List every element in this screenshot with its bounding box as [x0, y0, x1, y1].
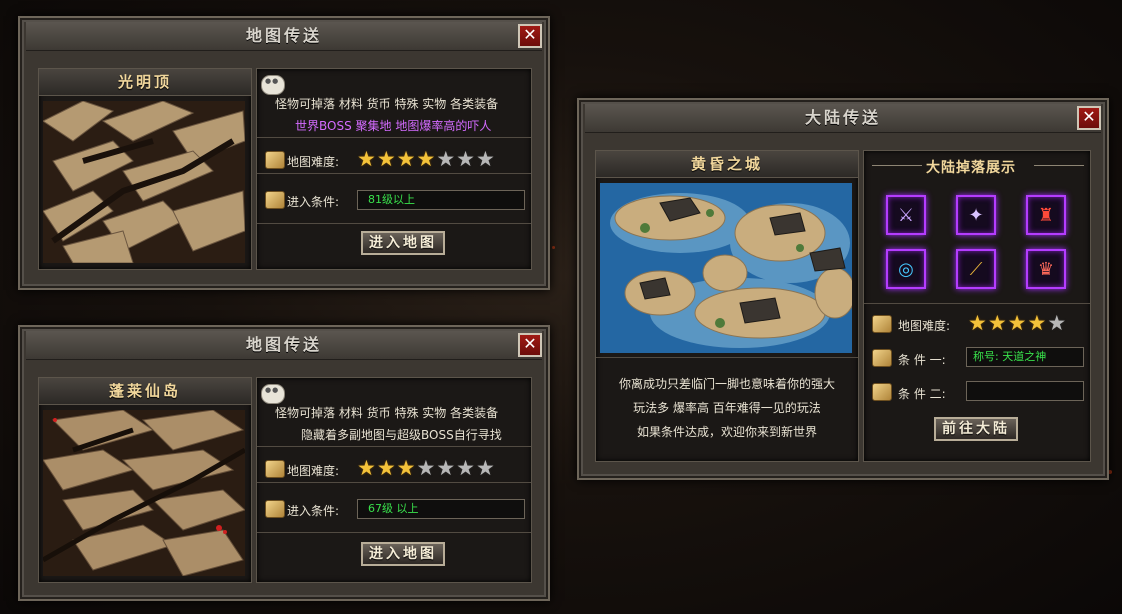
scroll-icon: [265, 191, 285, 209]
condition-one-field: 称号: 天道之神: [966, 347, 1084, 367]
star-filled-icon: ★: [357, 147, 377, 171]
scroll-icon: [265, 460, 285, 478]
panel-title: 地图传送: [26, 22, 542, 51]
map-name: 光明顶: [39, 69, 251, 96]
star-filled-icon: ★: [396, 147, 417, 171]
star-empty-icon: ★: [475, 456, 496, 480]
divider: [864, 303, 1090, 304]
drops-title: 大陆掉落展示: [926, 160, 1016, 176]
continent-teleport-panel: 大陆传送 ✕ 黄昏之城 你离成功只差临门一脚也意味着你的强大 玩法多 爆率高 百…: [577, 98, 1109, 480]
map-preview-frame: 蓬莱仙岛: [38, 377, 252, 583]
star-filled-icon: ★: [376, 456, 397, 480]
description-line-3: 如果条件达成，欢迎你来到新世界: [636, 425, 817, 439]
condition-two-field: [966, 381, 1084, 401]
condition-label: 进入条件:: [287, 195, 340, 209]
map-name: 蓬莱仙岛: [39, 378, 251, 405]
scroll-icon: [872, 383, 892, 401]
condition-two-label: 条 件 二:: [898, 387, 946, 401]
description-line-1: 你离成功只差临门一脚也意味着你的强大: [618, 377, 835, 391]
scroll-icon: [872, 315, 892, 333]
divider: [257, 482, 531, 483]
star-filled-icon: ★: [1007, 311, 1028, 335]
map-teleport-panel-bottom: 地图传送 ✕ 蓬莱仙岛 ●● 怪物可掉落 材料 货币 特殊 实物 各类装备 隐藏…: [18, 325, 550, 601]
divider: [257, 446, 531, 447]
drop-info-line: 怪物可掉落 材料 货币 特殊 实物 各类装备: [275, 406, 499, 420]
close-button[interactable]: ✕: [518, 333, 542, 357]
difficulty-label: 地图难度:: [898, 319, 951, 333]
star-empty-icon: ★: [436, 147, 457, 171]
chat-bubble-icon: [261, 75, 285, 95]
star-empty-icon: ★: [416, 456, 437, 480]
panel-title: 地图传送: [26, 331, 542, 360]
difficulty-stars: ★★★★★: [968, 311, 1068, 335]
difficulty-label: 地图难度:: [287, 155, 340, 169]
continent-name: 黄昏之城: [596, 151, 858, 178]
close-button[interactable]: ✕: [518, 24, 542, 48]
chat-bubble-icon: [261, 384, 285, 404]
boss-info-line: 世界BOSS 聚集地 地图爆率高的吓人: [295, 119, 492, 133]
close-button[interactable]: ✕: [1077, 106, 1101, 130]
divider: [257, 223, 531, 224]
star-filled-icon: ★: [968, 311, 988, 335]
star-empty-icon: ★: [1047, 311, 1068, 335]
enter-map-button[interactable]: 进入地图: [361, 231, 445, 255]
difficulty-stars: ★★★★★★★: [357, 456, 496, 480]
map-preview-frame: 光明顶: [38, 68, 252, 270]
star-empty-icon: ★: [456, 147, 476, 171]
continent-map-thumbnail: [600, 183, 852, 353]
star-filled-icon: ★: [1027, 311, 1048, 335]
go-to-continent-button[interactable]: 前往大陆: [934, 417, 1018, 441]
continent-preview-frame: 黄昏之城 你离成功只差临门一脚也意味着你的强大 玩法多 爆率高 百年难得一见的玩…: [595, 150, 859, 462]
map-info-frame: 怪物可掉落 材料 货币 特殊 实物 各类装备 世界BOSS 聚集地 地图爆率高的…: [256, 68, 532, 270]
drop-info-line: 怪物可掉落 材料 货币 特殊 实物 各类装备: [275, 97, 499, 111]
star-empty-icon: ★: [456, 456, 476, 480]
map-thumbnail: [43, 410, 245, 576]
divider: [257, 137, 531, 138]
purple-claw-icon[interactable]: ✦: [956, 195, 996, 235]
star-filled-icon: ★: [396, 456, 417, 480]
red-helmet-icon[interactable]: ♛: [1026, 249, 1066, 289]
star-empty-icon: ★: [475, 147, 496, 171]
red-armor-icon[interactable]: ♜: [1026, 195, 1066, 235]
divider: [1034, 165, 1084, 166]
panel-title: 大陆传送: [585, 104, 1101, 133]
scroll-icon: [265, 500, 285, 518]
divider: [596, 357, 858, 358]
ember-particle: [552, 246, 555, 249]
description-line-2: 玩法多 爆率高 百年难得一见的玩法: [633, 401, 821, 415]
continent-drops-frame: 大陆掉落展示 ⚔ ✦ ♜ ◎ ⟋ ♛ 地图难度: ★★★★★ 条 件 一: 称号…: [863, 150, 1091, 462]
map-thumbnail: [43, 101, 245, 263]
purple-blade-icon[interactable]: ⚔: [886, 195, 926, 235]
star-empty-icon: ★: [436, 456, 457, 480]
golden-staff-icon[interactable]: ⟋: [956, 249, 996, 289]
condition-field: 67级 以上: [357, 499, 525, 519]
condition-field: 81级以上: [357, 190, 525, 210]
star-filled-icon: ★: [416, 147, 437, 171]
map-info-frame: 怪物可掉落 材料 货币 特殊 实物 各类装备 隐藏着多副地图与超级BOSS自行寻…: [256, 377, 532, 583]
enter-map-button[interactable]: 进入地图: [361, 542, 445, 566]
condition-label: 进入条件:: [287, 504, 340, 518]
scroll-icon: [872, 349, 892, 367]
star-filled-icon: ★: [376, 147, 397, 171]
star-filled-icon: ★: [357, 456, 377, 480]
divider: [872, 165, 922, 166]
divider: [257, 173, 531, 174]
difficulty-stars: ★★★★★★★: [357, 147, 496, 171]
hidden-info-line: 隐藏着多副地图与超级BOSS自行寻找: [301, 428, 502, 442]
map-teleport-panel-top: 地图传送 ✕ 光明顶 ●● 怪物可掉落 材料 货币 特殊 实物 各类装备 世界B…: [18, 16, 550, 290]
scroll-icon: [265, 151, 285, 169]
blue-ring-icon[interactable]: ◎: [886, 249, 926, 289]
condition-one-label: 条 件 一:: [898, 353, 946, 367]
star-filled-icon: ★: [987, 311, 1008, 335]
divider: [257, 532, 531, 533]
difficulty-label: 地图难度:: [287, 464, 340, 478]
